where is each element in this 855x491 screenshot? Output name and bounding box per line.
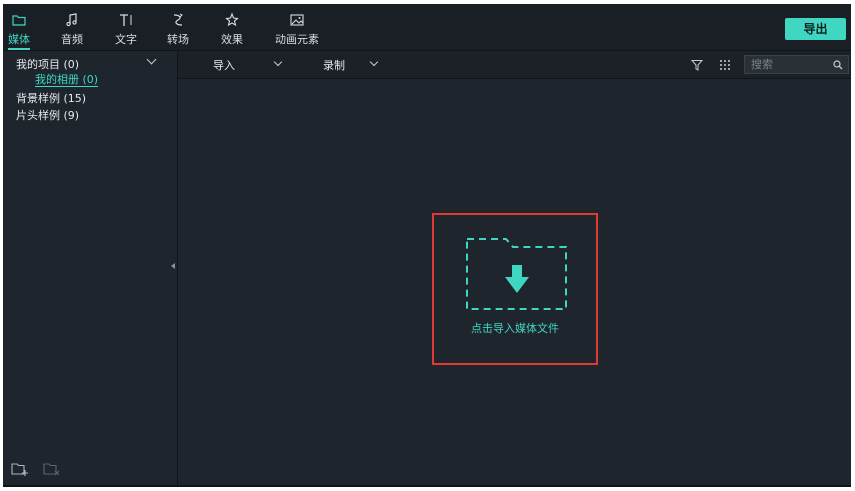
media-subtoolbar: 导入 录制	[178, 51, 851, 79]
text-icon	[120, 14, 132, 26]
music-note-icon	[66, 13, 77, 27]
import-button[interactable]: 导入	[213, 57, 235, 73]
tab-transition-label: 转场	[167, 33, 189, 46]
search-box	[744, 55, 849, 74]
import-media-drop-zone[interactable]: 点击导入媒体文件	[432, 213, 598, 365]
effects-icon	[225, 12, 239, 27]
tab-animation-elements-label: 动画元素	[275, 33, 319, 46]
transition-icon	[173, 13, 183, 26]
search-icon[interactable]	[833, 60, 843, 70]
tab-media[interactable]: 媒体	[8, 12, 30, 50]
tab-transition[interactable]: 转场	[167, 12, 189, 47]
new-folder-icon[interactable]	[11, 461, 29, 477]
top-toolbar: 媒体 音频 文字 转场 效果 动画元素 导出	[3, 4, 851, 51]
search-input[interactable]	[751, 57, 829, 72]
media-library-window: 媒体 音频 文字 转场 效果 动画元素 导出 我的项目 (0) 我的相册 (0)…	[3, 4, 851, 487]
import-media-text: 点击导入媒体文件	[471, 322, 559, 335]
tab-audio-label: 音频	[61, 33, 83, 46]
import-dropdown-chevron-icon[interactable]	[273, 57, 283, 67]
media-main-panel: 导入 录制 搜索 点击导入媒体文件	[178, 51, 851, 487]
record-button[interactable]: 录制	[323, 57, 345, 73]
chevron-down-icon[interactable]	[146, 54, 157, 65]
export-button[interactable]: 导出	[785, 18, 846, 40]
folder-import-icon	[466, 238, 567, 310]
tab-audio[interactable]: 音频	[61, 12, 83, 47]
grid-view-icon[interactable]	[719, 59, 731, 71]
sidebar-item-my-album[interactable]: 我的相册 (0)	[35, 73, 99, 87]
image-icon	[290, 14, 304, 26]
tab-text[interactable]: 文字	[115, 12, 137, 47]
media-sidebar: 我的项目 (0) 我的相册 (0) 背景样例 (15) 片头样例 (9)	[3, 51, 178, 487]
folder-icon	[12, 15, 26, 26]
collapse-sidebar-handle[interactable]	[171, 263, 175, 269]
tab-effects[interactable]: 效果	[221, 12, 243, 47]
tab-animation-elements[interactable]: 动画元素	[275, 12, 319, 47]
record-dropdown-chevron-icon[interactable]	[369, 57, 379, 67]
tab-text-label: 文字	[115, 33, 137, 46]
bottom-divider	[3, 485, 851, 487]
delete-folder-icon[interactable]	[43, 461, 61, 477]
filter-icon[interactable]	[691, 59, 703, 71]
tab-media-label: 媒体	[8, 33, 30, 46]
tab-effects-label: 效果	[221, 33, 243, 46]
sidebar-item-intro-samples[interactable]: 片头样例 (9)	[16, 107, 79, 123]
sidebar-item-background-samples[interactable]: 背景样例 (15)	[16, 90, 86, 106]
sidebar-item-my-project[interactable]: 我的项目 (0)	[16, 56, 79, 72]
